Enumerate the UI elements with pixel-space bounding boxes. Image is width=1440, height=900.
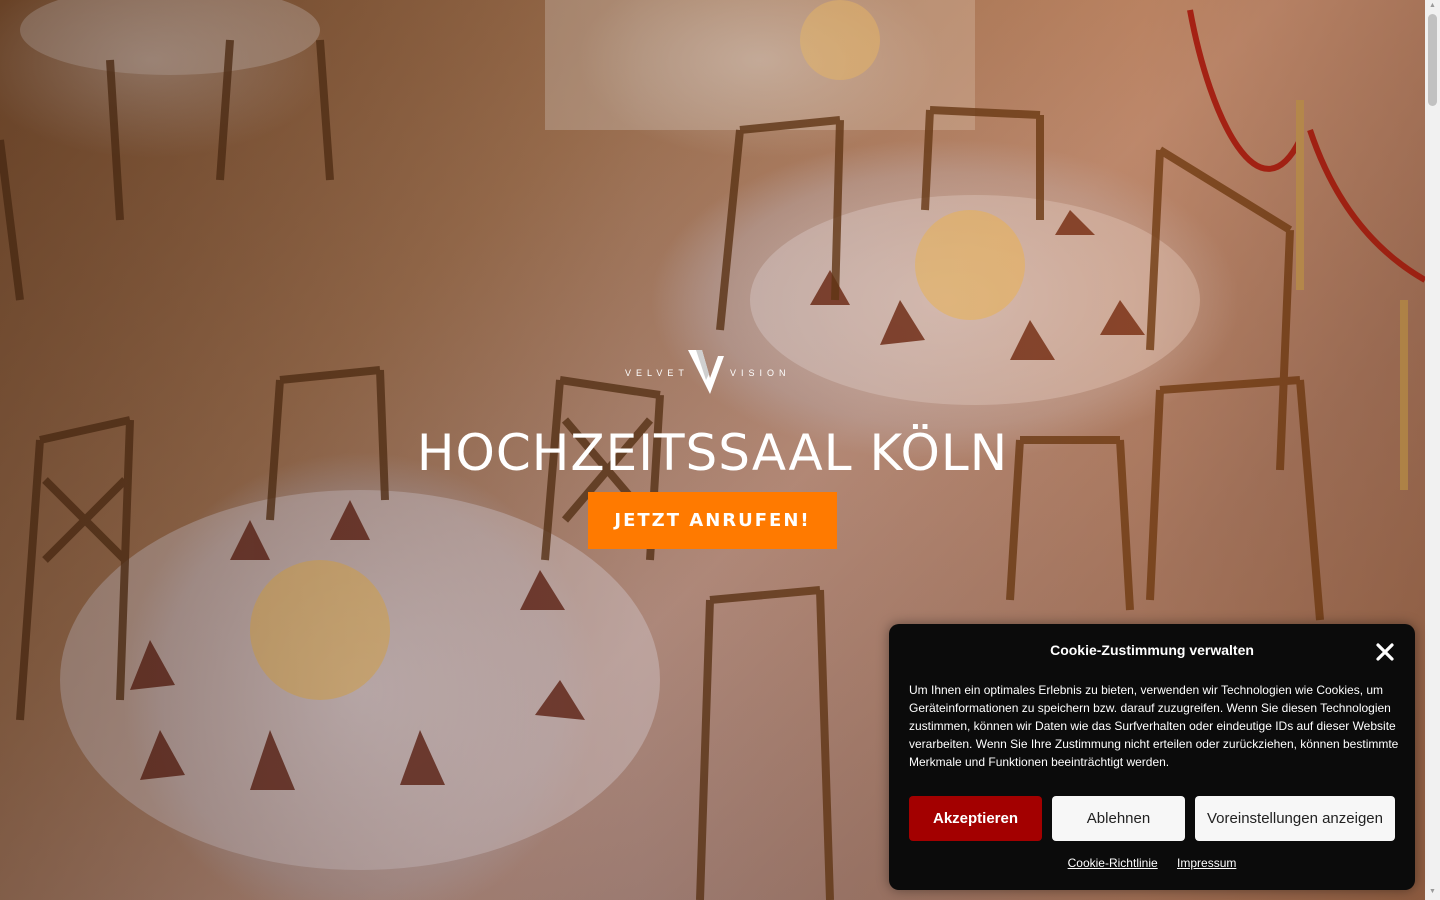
imprint-link[interactable]: Impressum — [1177, 856, 1236, 870]
page-scrollbar[interactable]: ▲ ▼ — [1425, 0, 1440, 900]
cookie-consent-dialog: Cookie-Zustimmung verwalten Um Ihnen ein… — [889, 624, 1415, 890]
cookie-dialog-text: Um Ihnen ein optimales Erlebnis zu biete… — [909, 683, 1399, 769]
call-now-button[interactable]: JETZT ANRUFEN! — [588, 492, 837, 549]
scroll-up-icon[interactable]: ▲ — [1428, 2, 1437, 10]
accept-button[interactable]: Akzeptieren — [909, 796, 1042, 841]
deny-button[interactable]: Ablehnen — [1052, 796, 1185, 841]
cookie-policy-link[interactable]: Cookie-Richtlinie — [1068, 856, 1158, 870]
show-preferences-button[interactable]: Voreinstellungen anzeigen — [1195, 796, 1395, 841]
brand-word-left: VELVET — [625, 368, 689, 378]
close-icon[interactable] — [1373, 640, 1397, 664]
hero-title: HOCHZEITSSAAL KÖLN — [416, 424, 1009, 482]
brand-logo[interactable]: VELVET VISION — [620, 348, 800, 400]
v-monogram-icon — [688, 350, 724, 394]
scrollbar-thumb[interactable] — [1428, 14, 1437, 106]
scroll-down-icon[interactable]: ▼ — [1428, 888, 1437, 896]
cookie-dialog-links: Cookie-Richtlinie Impressum — [889, 856, 1415, 870]
brand-word-right: VISION — [730, 368, 791, 378]
cookie-dialog-title: Cookie-Zustimmung verwalten — [1050, 642, 1254, 658]
